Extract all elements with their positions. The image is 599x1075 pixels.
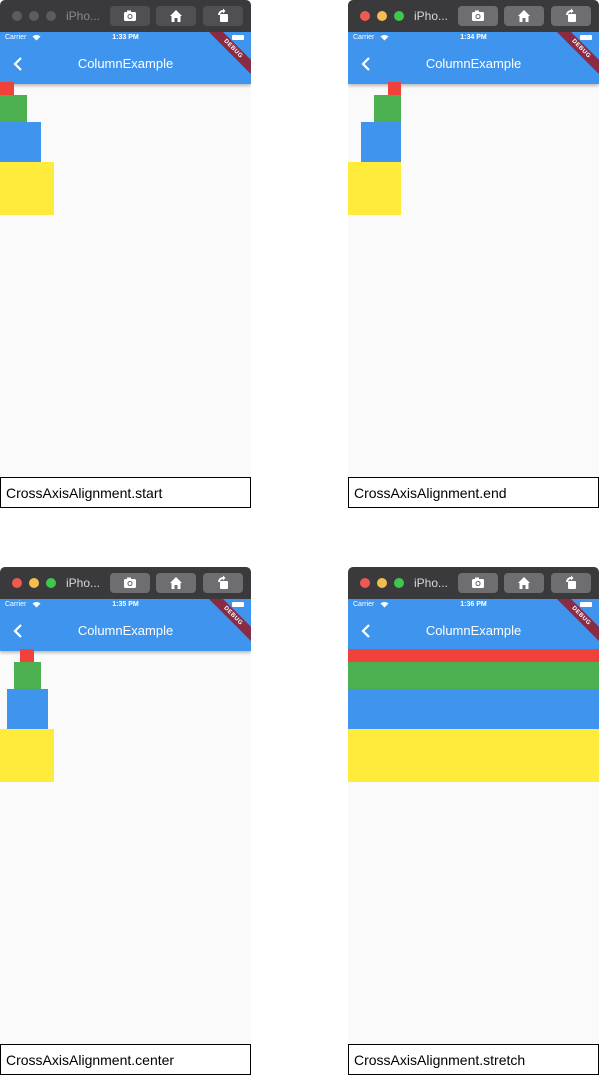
zoom-window-button[interactable] — [394, 578, 404, 588]
battery-icon — [580, 602, 592, 607]
blue-box — [7, 689, 48, 729]
screenshot-icon — [124, 10, 136, 21]
rotate-button[interactable] — [203, 573, 243, 593]
caption-text: CrossAxisAlignment.center — [6, 1052, 175, 1068]
battery-icon — [232, 35, 244, 40]
simulator-toolbar: iPho... — [348, 567, 599, 599]
screenshot-icon — [124, 577, 136, 588]
simulator-title: iPho... — [414, 576, 449, 590]
simulator-title: iPho... — [414, 9, 449, 23]
rotate-icon — [218, 575, 228, 589]
caption: CrossAxisAlignment.start — [0, 477, 251, 508]
caption-text: CrossAxisAlignment.start — [6, 485, 163, 501]
close-window-button[interactable] — [12, 11, 22, 21]
yellow-box — [348, 162, 401, 215]
caption: CrossAxisAlignment.end — [348, 477, 599, 508]
blue-box — [348, 689, 599, 729]
zoom-window-button[interactable] — [394, 11, 404, 21]
yellow-box — [0, 162, 54, 215]
zoom-window-button[interactable] — [46, 578, 56, 588]
battery-icon — [232, 602, 244, 607]
phone-screen: Carrier 1:34 PM ColumnExample DEBUG — [348, 32, 599, 477]
rotate-button[interactable] — [551, 573, 591, 593]
caption: CrossAxisAlignment.stretch — [348, 1044, 599, 1075]
zoom-window-button[interactable] — [46, 11, 56, 21]
home-button[interactable] — [504, 6, 544, 26]
panel-center: iPho... Carrier 1:35 PM ColumnExample DE… — [0, 567, 251, 1075]
yellow-box — [0, 729, 54, 782]
rotate-button[interactable] — [551, 6, 591, 26]
rotate-icon — [566, 575, 576, 589]
minimize-window-button[interactable] — [377, 578, 387, 588]
home-icon — [518, 10, 530, 22]
screenshot-button[interactable] — [458, 573, 498, 593]
home-button[interactable] — [156, 573, 196, 593]
red-box — [0, 82, 14, 95]
minimize-window-button[interactable] — [29, 11, 39, 21]
screenshot-icon — [472, 577, 484, 588]
yellow-box — [348, 729, 599, 782]
minimize-window-button[interactable] — [29, 578, 39, 588]
panel-end: iPho... Carrier 1:34 PM ColumnExample DE… — [348, 0, 599, 508]
app-bar: ColumnExample — [348, 611, 599, 651]
green-box — [374, 95, 401, 122]
caption: CrossAxisAlignment.center — [0, 1044, 251, 1075]
red-box — [348, 649, 599, 662]
app-bar: ColumnExample — [0, 611, 251, 651]
home-button[interactable] — [156, 6, 196, 26]
blue-box — [361, 122, 401, 162]
panel-stretch: iPho... Carrier 1:36 PM ColumnExample DE… — [348, 567, 599, 1075]
phone-screen: Carrier 1:33 PM ColumnExample DEBUG — [0, 32, 251, 477]
green-box — [0, 95, 27, 122]
simulator-title: iPho... — [66, 9, 101, 23]
red-box — [388, 82, 401, 95]
simulator-title: iPho... — [66, 576, 101, 590]
green-box — [14, 662, 41, 689]
close-window-button[interactable] — [360, 11, 370, 21]
app-bar-title: ColumnExample — [77, 56, 174, 71]
red-box — [20, 649, 34, 662]
app-bar-title: ColumnExample — [77, 623, 174, 638]
close-window-button[interactable] — [12, 578, 22, 588]
simulator-toolbar: iPho... — [0, 0, 251, 32]
app-bar: ColumnExample — [0, 44, 251, 84]
screenshot-button[interactable] — [458, 6, 498, 26]
phone-screen: Carrier 1:36 PM ColumnExample DEBUG — [348, 599, 599, 1044]
rotate-icon — [566, 8, 576, 22]
screenshot-icon — [472, 10, 484, 21]
home-button[interactable] — [504, 573, 544, 593]
minimize-window-button[interactable] — [377, 11, 387, 21]
panel-start: iPho... Carrier 1:33 PM ColumnExample DE… — [0, 0, 251, 508]
simulator-toolbar: iPho... — [348, 0, 599, 32]
app-bar-title: ColumnExample — [425, 623, 522, 638]
simulator-toolbar: iPho... — [0, 567, 251, 599]
phone-screen: Carrier 1:35 PM ColumnExample DEBUG — [0, 599, 251, 1044]
home-icon — [170, 577, 182, 589]
caption-text: CrossAxisAlignment.stretch — [354, 1052, 526, 1068]
home-icon — [170, 10, 182, 22]
app-bar: ColumnExample — [348, 44, 599, 84]
battery-icon — [580, 35, 592, 40]
green-box — [348, 662, 599, 689]
close-window-button[interactable] — [360, 578, 370, 588]
screenshot-button[interactable] — [110, 573, 150, 593]
blue-box — [0, 122, 41, 162]
caption-text: CrossAxisAlignment.end — [354, 485, 507, 501]
home-icon — [518, 577, 530, 589]
screenshot-button[interactable] — [110, 6, 150, 26]
rotate-button[interactable] — [203, 6, 243, 26]
rotate-icon — [218, 8, 228, 22]
app-bar-title: ColumnExample — [425, 56, 522, 71]
